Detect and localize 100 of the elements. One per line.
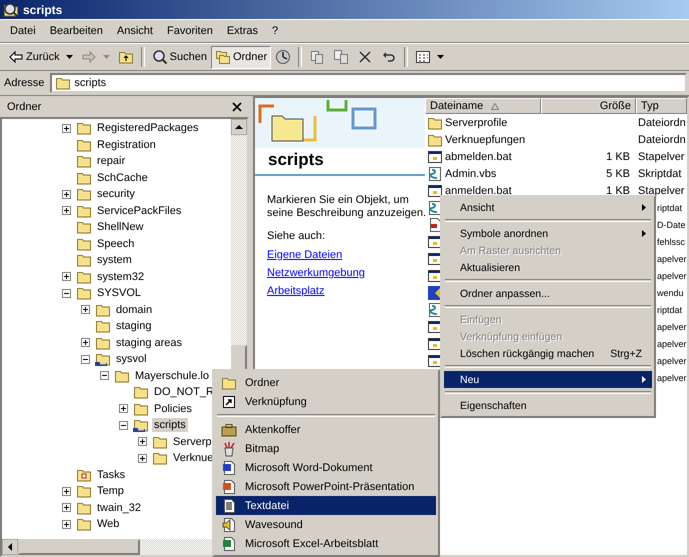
folder-search-icon (3, 2, 19, 18)
column-header[interactable]: Größe (541, 98, 636, 114)
file-type: apelver (657, 372, 687, 382)
expand-toggle[interactable] (81, 338, 90, 348)
expand-toggle[interactable] (138, 454, 147, 463)
menu-item[interactable]: Ansicht (110, 23, 160, 39)
tree-item[interactable]: twain_32 (95, 500, 144, 515)
menu-item[interactable]: Microsoft PowerPoint-Präsentation (216, 477, 436, 496)
menu-item[interactable]: Eigenschaften (444, 397, 652, 414)
tree-item[interactable]: SchCache (95, 170, 150, 185)
menu-item[interactable]: Ordner (216, 373, 436, 392)
scroll-up-icon[interactable] (231, 119, 247, 135)
batch-file-icon (427, 268, 443, 284)
tree-item[interactable]: Verknue (171, 451, 216, 466)
link[interactable]: Arbeitsplatz (267, 285, 324, 297)
shortcut-icon (221, 394, 237, 410)
expand-toggle[interactable] (119, 420, 128, 430)
tree-item[interactable]: Policies (152, 402, 194, 416)
file-name[interactable]: abmelden.bat (445, 150, 512, 162)
menu-item[interactable]: Symbole anordnen (444, 225, 652, 242)
expand-toggle[interactable] (62, 272, 71, 282)
menu-item[interactable]: Aktualisieren (444, 259, 652, 276)
menu-item[interactable]: ? (265, 23, 286, 39)
shared-folder-icon (95, 351, 111, 368)
tree-item[interactable]: Tasks (95, 468, 128, 482)
tree-item[interactable]: Web (95, 517, 122, 532)
menu-item[interactable]: Bearbeiten (42, 23, 110, 39)
expand-toggle[interactable] (62, 503, 71, 512)
expand-toggle[interactable] (81, 354, 90, 364)
file-size: 1 KB (606, 184, 630, 196)
tree-item[interactable]: Mayerschule.lo (133, 368, 211, 383)
expand-toggle[interactable] (62, 486, 71, 496)
scroll-left-icon[interactable] (2, 539, 18, 555)
file-name[interactable]: Serverprofile (445, 116, 508, 128)
folder-title: scripts (268, 150, 324, 170)
menu-item[interactable]: Textdatei (216, 496, 436, 515)
tree-item[interactable]: ServicePackFiles (95, 204, 184, 218)
menu-item[interactable]: Bitmap (216, 439, 436, 458)
batch-file-icon (427, 182, 443, 198)
file-type: fehlssc (657, 236, 686, 246)
expand-toggle[interactable] (62, 520, 71, 529)
expand-toggle[interactable] (62, 124, 71, 133)
tree-item[interactable]: scripts (152, 418, 188, 432)
tree-item[interactable]: Temp (95, 484, 126, 498)
file-name[interactable]: Admin.vbs (445, 168, 496, 180)
tree-item[interactable]: staging (114, 319, 154, 334)
back-button[interactable]: Zurück (4, 46, 77, 68)
menu-item[interactable]: Verknüpfung (216, 392, 436, 411)
link[interactable]: Eigene Dateien (267, 249, 342, 261)
close-icon[interactable] (232, 102, 242, 112)
tree-item[interactable]: DO_NOT_R (152, 385, 216, 400)
column-header[interactable]: Dateiname (425, 98, 541, 114)
menu-item[interactable]: Microsoft Excel-Arbeitsblatt (216, 534, 436, 553)
tree-item[interactable]: system (95, 253, 134, 268)
expand-toggle[interactable] (62, 206, 71, 216)
text-file-icon (221, 498, 237, 514)
menu-item[interactable]: Wavesound (216, 515, 436, 534)
expand-toggle[interactable] (100, 371, 109, 380)
column-header[interactable]: Typ (636, 98, 687, 114)
tree-item[interactable]: ShellNew (95, 220, 146, 234)
shared-folder-icon (133, 417, 149, 434)
menu-item[interactable]: Ordner anpassen... (444, 285, 652, 302)
expand-toggle[interactable] (62, 190, 71, 199)
address-field[interactable]: scripts (50, 73, 687, 93)
briefcase-icon (221, 422, 237, 438)
menu-item[interactable]: Neu (444, 371, 652, 388)
tree-item[interactable]: staging areas (114, 336, 184, 350)
batch-file-icon (427, 148, 443, 164)
expand-toggle[interactable] (62, 288, 71, 298)
tree-item[interactable]: repair (95, 154, 128, 168)
tree-item[interactable]: sysvol (114, 352, 149, 366)
expand-toggle[interactable] (81, 305, 90, 314)
menu-item[interactable]: Extras (220, 23, 266, 39)
tree-item[interactable]: SYSVOL (95, 286, 144, 300)
menu-item[interactable]: Datei (3, 23, 43, 39)
menu-item[interactable]: Löschen rückgängig machen Strg+Z (444, 345, 652, 362)
folders-button[interactable]: Ordner (210, 46, 272, 68)
search-button[interactable]: Suchen (148, 46, 211, 68)
menu-item[interactable]: Favoriten (160, 23, 220, 39)
address-label: Adresse (4, 77, 46, 89)
file-name[interactable]: Verknuepfungen (445, 134, 526, 146)
tree-item[interactable]: domain (114, 302, 154, 317)
batch-file-icon (427, 352, 443, 368)
word-document-icon (221, 460, 237, 476)
file-name[interactable]: anmelden.bat (445, 184, 512, 196)
tree-item[interactable]: Serverp (171, 434, 214, 449)
file-type: apelver (657, 338, 687, 348)
tree-item[interactable]: Registration (95, 138, 158, 152)
tree-item[interactable]: RegisteredPackages (95, 121, 201, 136)
menu-item[interactable]: Ansicht (444, 199, 652, 216)
tree-item[interactable]: system32 (95, 270, 146, 284)
tree-item[interactable]: Speech (95, 236, 136, 251)
menu-item[interactable]: Microsoft Word-Dokument (216, 458, 436, 477)
menu-item[interactable]: Aktenkoffer (216, 420, 436, 439)
expand-toggle[interactable] (138, 437, 147, 446)
link[interactable]: Netzwerkumgebung (267, 267, 365, 279)
expand-toggle[interactable] (119, 404, 128, 414)
tree-item[interactable]: security (95, 187, 137, 202)
folder-icon (76, 252, 92, 268)
folder-icon (76, 153, 92, 170)
